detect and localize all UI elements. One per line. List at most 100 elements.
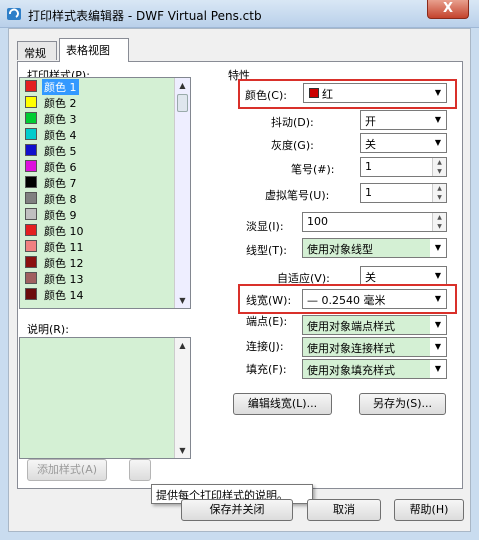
delete-style-button[interactable] bbox=[129, 459, 151, 481]
joinstyle-dropdown[interactable]: 使用对象连接样式 ▼ bbox=[302, 337, 447, 357]
pen-number-spinner[interactable]: ▲ ▼ bbox=[432, 158, 446, 176]
print-styles-list[interactable]: 颜色 1 颜色 2 颜色 3 颜色 4 颜色 5 颜色 6 颜色 7 颜色 8 颜色 9 颜色 1… bbox=[19, 77, 191, 309]
style-name: 颜色 13 bbox=[44, 273, 84, 286]
color-swatch bbox=[25, 208, 37, 220]
joinstyle-label: 连接(J): bbox=[246, 340, 284, 353]
chevron-down-icon: ▼ bbox=[430, 134, 446, 152]
color-swatch bbox=[25, 160, 37, 172]
virtual-pen-label: 虚拟笔号(U): bbox=[265, 189, 330, 202]
style-name: 颜色 4 bbox=[44, 129, 77, 142]
help-button[interactable]: 帮助(H) bbox=[394, 499, 464, 521]
screening-value: 100 bbox=[307, 215, 328, 228]
style-name: 颜色 12 bbox=[44, 257, 84, 270]
scroll-up-icon[interactable]: ▲ bbox=[175, 78, 190, 93]
virtual-pen-input[interactable]: 1 ▲ ▼ bbox=[360, 183, 447, 203]
close-button[interactable]: X bbox=[427, 0, 469, 19]
style-name: 颜色 1 bbox=[42, 79, 79, 95]
chevron-down-icon: ▼ bbox=[430, 111, 446, 129]
scroll-down-icon[interactable]: ▼ bbox=[175, 293, 190, 308]
dither-value: 开 bbox=[365, 115, 376, 128]
pen-number-input[interactable]: 1 ▲ ▼ bbox=[360, 157, 447, 177]
screening-label: 淡显(I): bbox=[246, 220, 284, 233]
grayscale-dropdown[interactable]: 关 ▼ bbox=[360, 133, 447, 153]
description-label: 说明(R): bbox=[27, 323, 69, 336]
chevron-down-icon: ▼ bbox=[430, 239, 446, 257]
list-item[interactable]: 颜色 9 bbox=[20, 206, 190, 222]
endstyle-value: 使用对象端点样式 bbox=[307, 320, 395, 333]
linetype-value: 使用对象线型 bbox=[307, 243, 373, 256]
tab-table-view[interactable]: 表格视图 bbox=[59, 38, 129, 62]
endstyle-dropdown[interactable]: 使用对象端点样式 ▼ bbox=[302, 315, 447, 335]
linetype-dropdown[interactable]: 使用对象线型 ▼ bbox=[302, 238, 447, 258]
dither-dropdown[interactable]: 开 ▼ bbox=[360, 110, 447, 130]
highlight-box-lineweight bbox=[238, 284, 457, 314]
color-swatch bbox=[25, 96, 37, 108]
chevron-down-icon: ▼ bbox=[430, 267, 446, 285]
color-swatch bbox=[25, 240, 37, 252]
grayscale-value: 关 bbox=[365, 138, 376, 151]
add-style-button[interactable]: 添加样式(A) bbox=[27, 459, 107, 481]
color-swatch bbox=[25, 80, 37, 92]
fillstyle-value: 使用对象填充样式 bbox=[307, 364, 395, 377]
virtual-pen-spinner[interactable]: ▲ ▼ bbox=[432, 184, 446, 202]
style-name: 颜色 8 bbox=[44, 193, 77, 206]
pen-number-value: 1 bbox=[365, 160, 372, 173]
pen-number-label: 笔号(#): bbox=[291, 163, 335, 176]
color-swatch bbox=[25, 256, 37, 268]
list-item[interactable]: 颜色 4 bbox=[20, 126, 190, 142]
app-icon bbox=[7, 8, 21, 20]
highlight-box-color bbox=[238, 79, 457, 109]
color-swatch bbox=[25, 144, 37, 156]
list-item[interactable]: 颜色 13 bbox=[20, 270, 190, 286]
style-name: 颜色 2 bbox=[44, 97, 77, 110]
fillstyle-dropdown[interactable]: 使用对象填充样式 ▼ bbox=[302, 359, 447, 379]
color-swatch bbox=[25, 288, 37, 300]
list-item[interactable]: 颜色 3 bbox=[20, 110, 190, 126]
chevron-down-icon: ▼ bbox=[430, 360, 446, 378]
save-as-button[interactable]: 另存为(S)... bbox=[359, 393, 446, 415]
adaptive-dropdown[interactable]: 关 ▼ bbox=[360, 266, 447, 286]
style-name: 颜色 6 bbox=[44, 161, 77, 174]
list-item[interactable]: 颜色 2 bbox=[20, 94, 190, 110]
style-name: 颜色 14 bbox=[44, 289, 84, 302]
style-name: 颜色 9 bbox=[44, 209, 77, 222]
description-textarea[interactable]: ▲ ▼ bbox=[19, 337, 191, 459]
virtual-pen-value: 1 bbox=[365, 186, 372, 199]
list-item[interactable]: 颜色 5 bbox=[20, 142, 190, 158]
list-item[interactable]: 颜色 6 bbox=[20, 158, 190, 174]
list-item[interactable]: 颜色 1 bbox=[20, 78, 190, 95]
edit-lineweights-button[interactable]: 编辑线宽(L)... bbox=[233, 393, 332, 415]
color-swatch bbox=[25, 176, 37, 188]
style-name: 颜色 7 bbox=[44, 177, 77, 190]
screening-spinner[interactable]: ▲ ▼ bbox=[432, 213, 446, 231]
fillstyle-label: 填充(F): bbox=[246, 363, 287, 376]
dither-label: 抖动(D): bbox=[271, 116, 314, 129]
chevron-down-icon: ▼ bbox=[430, 338, 446, 356]
list-item[interactable]: 颜色 10 bbox=[20, 222, 190, 238]
color-swatch bbox=[25, 192, 37, 204]
list-item[interactable]: 颜色 12 bbox=[20, 254, 190, 270]
endstyle-label: 端点(E): bbox=[246, 315, 288, 328]
color-swatch bbox=[25, 224, 37, 236]
scroll-thumb[interactable] bbox=[177, 94, 188, 112]
color-swatch bbox=[25, 272, 37, 284]
window-title: 打印样式表编辑器 - DWF Virtual Pens.ctb bbox=[28, 9, 262, 23]
dialog-body: 常规 表格视图 打印样式(P): 颜色 1 颜色 2 颜色 3 颜色 4 颜色 5 颜色 … bbox=[8, 28, 471, 532]
scroll-down-icon[interactable]: ▼ bbox=[175, 443, 190, 458]
save-and-close-button[interactable]: 保存并关闭 bbox=[181, 499, 293, 521]
linetype-label: 线型(T): bbox=[246, 244, 288, 257]
joinstyle-value: 使用对象连接样式 bbox=[307, 342, 395, 355]
list-scrollbar[interactable]: ▲ ▼ bbox=[174, 78, 190, 308]
list-item[interactable]: 颜色 11 bbox=[20, 238, 190, 254]
tab-general[interactable]: 常规 bbox=[17, 41, 57, 60]
chevron-down-icon: ▼ bbox=[430, 316, 446, 334]
style-name: 颜色 5 bbox=[44, 145, 77, 158]
list-item[interactable]: 颜色 7 bbox=[20, 174, 190, 190]
title-bar: 打印样式表编辑器 - DWF Virtual Pens.ctb X bbox=[0, 0, 479, 28]
cancel-button[interactable]: 取消 bbox=[307, 499, 381, 521]
list-item[interactable]: 颜色 14 bbox=[20, 286, 190, 302]
list-item[interactable]: 颜色 8 bbox=[20, 190, 190, 206]
description-scrollbar[interactable]: ▲ ▼ bbox=[174, 338, 190, 458]
scroll-up-icon[interactable]: ▲ bbox=[175, 338, 190, 353]
screening-input[interactable]: 100 ▲ ▼ bbox=[302, 212, 447, 232]
